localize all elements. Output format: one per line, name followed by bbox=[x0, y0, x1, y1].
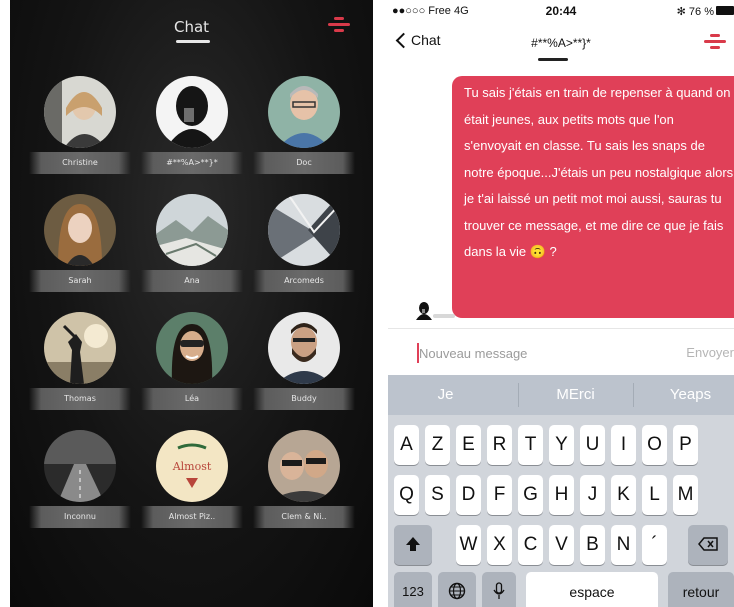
key-a[interactable]: A bbox=[394, 425, 419, 465]
key-c[interactable]: C bbox=[518, 525, 543, 565]
key-h[interactable]: H bbox=[549, 475, 574, 515]
key-r[interactable]: R bbox=[487, 425, 512, 465]
contact-sarah[interactable]: Sarah bbox=[25, 194, 135, 304]
key-f[interactable]: F bbox=[487, 475, 512, 515]
key-y[interactable]: Y bbox=[549, 425, 574, 465]
avatar bbox=[156, 194, 228, 266]
contacts-screen: Chat Christine #**%A>**}* Doc Sarah Ana bbox=[10, 0, 373, 607]
key-o[interactable]: O bbox=[642, 425, 667, 465]
avatar bbox=[156, 76, 228, 148]
contact-arcomeds[interactable]: Arcomeds bbox=[249, 194, 359, 304]
globe-icon bbox=[448, 582, 466, 600]
avatar bbox=[268, 312, 340, 384]
globe-key[interactable] bbox=[438, 572, 476, 607]
message-composer: Envoyer bbox=[388, 328, 734, 375]
title-underline bbox=[176, 40, 210, 43]
key-s[interactable]: S bbox=[425, 475, 450, 515]
contact-name: Sarah bbox=[29, 270, 131, 292]
menu-icon[interactable] bbox=[328, 17, 350, 35]
avatar bbox=[268, 194, 340, 266]
contact-inconnu[interactable]: Inconnu bbox=[25, 430, 135, 540]
delete-key[interactable] bbox=[688, 525, 728, 565]
contact-doc[interactable]: Doc bbox=[249, 76, 359, 186]
conversation-screen: ●●○○○ Free 4G 20:44 ✻ 76 % Chat #**%A>**… bbox=[388, 0, 734, 607]
contact-name: Almost Piz.. bbox=[141, 506, 243, 528]
contact-buddy[interactable]: Buddy bbox=[249, 312, 359, 422]
key-n[interactable]: N bbox=[611, 525, 636, 565]
contact-christine[interactable]: Christine bbox=[25, 76, 135, 186]
contact-almost-pizza[interactable]: Almost Almost Piz.. bbox=[137, 430, 247, 540]
key-m[interactable]: M bbox=[673, 475, 698, 515]
backspace-icon bbox=[698, 537, 718, 551]
contact-name: Buddy bbox=[253, 388, 355, 410]
shift-key[interactable] bbox=[394, 525, 432, 565]
message-tail bbox=[433, 314, 455, 318]
suggestion-1[interactable]: Je bbox=[388, 375, 503, 415]
key-v[interactable]: V bbox=[549, 525, 574, 565]
status-bar: ●●○○○ Free 4G 20:44 ✻ 76 % bbox=[388, 0, 734, 20]
avatar: Almost bbox=[156, 430, 228, 502]
avatar bbox=[44, 312, 116, 384]
sender-avatar-icon bbox=[416, 302, 432, 320]
key-p[interactable]: P bbox=[673, 425, 698, 465]
contact-name: Léa bbox=[141, 388, 243, 410]
suggestion-2[interactable]: MErci bbox=[518, 375, 633, 415]
keyboard: Je MErci Yeaps A Z E R T Y U I O P Q S D… bbox=[388, 375, 734, 607]
almost-logo-text: Almost bbox=[172, 460, 212, 473]
key-g[interactable]: G bbox=[518, 475, 543, 515]
send-button[interactable]: Envoyer bbox=[686, 345, 734, 360]
contact-thomas[interactable]: Thomas bbox=[25, 312, 135, 422]
title-underline bbox=[538, 58, 568, 61]
suggestion-3[interactable]: Yeaps bbox=[633, 375, 734, 415]
avatar bbox=[268, 76, 340, 148]
return-key[interactable]: retour bbox=[668, 572, 734, 607]
key-z[interactable]: Z bbox=[425, 425, 450, 465]
microphone-icon bbox=[493, 582, 505, 599]
contact-lea[interactable]: Léa bbox=[137, 312, 247, 422]
avatar bbox=[44, 76, 116, 148]
contact-name: Clem & Ni.. bbox=[253, 506, 355, 528]
battery-icon bbox=[716, 6, 734, 15]
key-x[interactable]: X bbox=[487, 525, 512, 565]
conversation-title: #**%A>**}* bbox=[531, 36, 591, 50]
key-w[interactable]: W bbox=[456, 525, 481, 565]
key-i[interactable]: I bbox=[611, 425, 636, 465]
contact-name: Christine bbox=[29, 152, 131, 174]
contact-clem-ni[interactable]: Clem & Ni.. bbox=[249, 430, 359, 540]
key-l[interactable]: L bbox=[642, 475, 667, 515]
key-u[interactable]: U bbox=[580, 425, 605, 465]
message-text: Tu sais j'étais en train de repenser à q… bbox=[464, 85, 734, 259]
contact-name: Ana bbox=[141, 270, 243, 292]
key-j[interactable]: J bbox=[580, 475, 605, 515]
avatar bbox=[156, 312, 228, 384]
contact-name: #**%A>**}* bbox=[141, 152, 243, 174]
avatar bbox=[268, 430, 340, 502]
battery-label: ✻ 76 % bbox=[676, 6, 714, 18]
message-input[interactable] bbox=[419, 343, 649, 363]
key-d[interactable]: D bbox=[456, 475, 481, 515]
space-key[interactable]: espace bbox=[526, 572, 658, 607]
contact-name: Inconnu bbox=[29, 506, 131, 528]
key-b[interactable]: B bbox=[580, 525, 605, 565]
avatar bbox=[44, 194, 116, 266]
key-q[interactable]: Q bbox=[394, 475, 419, 515]
key-t[interactable]: T bbox=[518, 425, 543, 465]
contact-name: Arcomeds bbox=[253, 270, 355, 292]
suggestion-bar: Je MErci Yeaps bbox=[388, 375, 734, 415]
contact-name: Thomas bbox=[29, 388, 131, 410]
page-title: Chat bbox=[173, 18, 210, 36]
nav-bar: Chat #**%A>**}* bbox=[388, 22, 734, 72]
menu-icon[interactable] bbox=[704, 34, 726, 52]
shift-arrow-icon bbox=[406, 537, 420, 551]
key-k[interactable]: K bbox=[611, 475, 636, 515]
dictation-key[interactable] bbox=[482, 572, 516, 607]
avatar bbox=[44, 430, 116, 502]
key-accent[interactable]: ´ bbox=[642, 525, 667, 565]
contact-hashed[interactable]: #**%A>**}* bbox=[137, 76, 247, 186]
contact-ana[interactable]: Ana bbox=[137, 194, 247, 304]
numbers-key[interactable]: 123 bbox=[394, 572, 432, 607]
contact-name: Doc bbox=[253, 152, 355, 174]
key-e[interactable]: E bbox=[456, 425, 481, 465]
